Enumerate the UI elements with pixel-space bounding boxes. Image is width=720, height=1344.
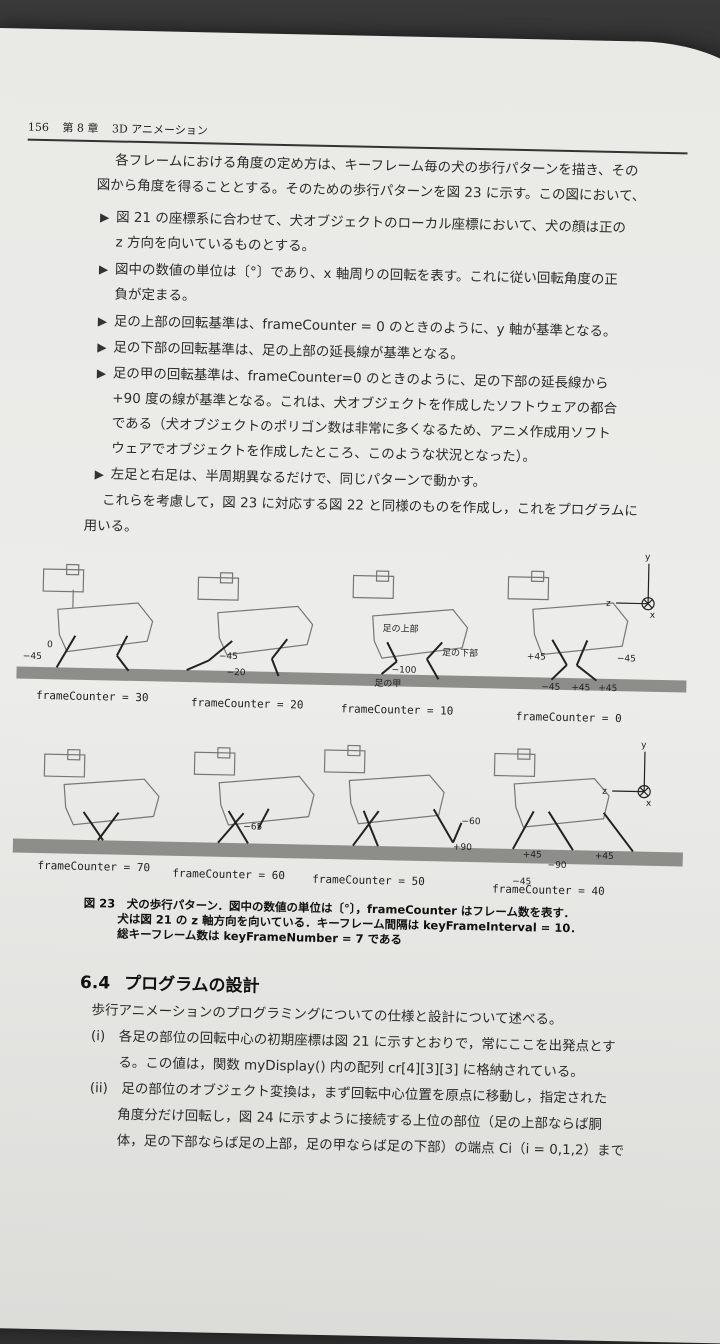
intro-line-1: 各フレームにおける角度の定め方は、キーフレーム毎の犬の歩行パターンを描き、その xyxy=(115,152,638,179)
bullet-2-line-1: 図中の数値の単位は〔°〕であり、x 軸周りの回転を表す。これに従い回転角度の正 xyxy=(115,261,618,288)
frame-label-20: frameCounter = 20 xyxy=(191,696,304,711)
angle-label: +45 xyxy=(527,652,546,662)
angle-label: 0 xyxy=(47,640,53,650)
bullet-5-line-4: ウェアでオブジェクトを作成したところ、このような状況となった）。 xyxy=(111,440,536,465)
section-body-line-6: 体，足の下部ならば足の上部，足の甲ならば足の下部）の端点 Ci（i = 0,1,… xyxy=(117,1133,625,1160)
section-body-line-4: (ii) 足の部位のオブジェクト変換は，まず回転中心位置を原点に移動し，指定され… xyxy=(90,1080,608,1107)
frame-label-40: frameCounter = 40 xyxy=(492,882,605,897)
angle-label: −45 xyxy=(219,652,238,662)
chapter-number: 第 8 章 xyxy=(62,121,98,135)
bullet-1-line-2: z 方向を向いているものとする。 xyxy=(115,234,315,254)
after-bullets-line-2: 用いる。 xyxy=(83,518,137,535)
bullet-icon: ▶ xyxy=(97,340,107,354)
axis-symbol-bottom xyxy=(612,751,651,798)
bullet-icon: ▶ xyxy=(95,467,105,481)
frame-label-70: frameCounter = 70 xyxy=(37,859,150,874)
section-body-line-5: 角度分だけ回転し，図 24 に示すように接続する上位の部位（足の上部ならば胴 xyxy=(117,1107,602,1133)
bullet-4-line-1: 足の下部の回転基準は、足の上部の延長線が基準となる。 xyxy=(113,339,464,363)
axis-z-label: z xyxy=(602,787,607,797)
dog-pose-fc40 xyxy=(493,749,635,852)
angle-label: −45 xyxy=(617,654,636,664)
bullet-icon: ▶ xyxy=(98,314,108,328)
bullet-5-line-3: である（犬オブジェクトのポリゴン数は非常に多くなるため、アニメ作成用ソフト xyxy=(112,415,611,442)
bullet-1-line-1: 図 21 の座標系に合わせて、犬オブジェクトのローカル座標において、犬の顔は正の xyxy=(116,209,626,236)
angle-label: −45 xyxy=(23,652,42,662)
angle-label: −65 xyxy=(243,822,262,832)
axis-symbol-top xyxy=(616,563,655,610)
bullet-5-line-1: 足の甲の回転基準は、frameCounter=0 のときのように、足の下部の延長… xyxy=(113,365,609,392)
frame-label-0: frameCounter = 0 xyxy=(516,710,622,725)
angle-label: +45 xyxy=(595,852,614,862)
book-page: 156 第 8 章 3D アニメーション 各フレームにおける角度の定め方は、キー… xyxy=(0,28,720,1344)
walking-pattern-diagram: y z x y z x 足の上部 足の下部 足の甲 −45 0 −45 −20 … xyxy=(0,538,709,913)
section-title: プログラムの設計 xyxy=(124,974,260,997)
section-body-line-3: る。この値は，関数 myDisplay() 内の配列 cr[4][3][3] に… xyxy=(118,1055,584,1081)
axis-y-label: y xyxy=(641,741,647,751)
angle-label: +45 xyxy=(571,683,590,693)
frame-label-30: frameCounter = 30 xyxy=(36,689,149,704)
axis-z-label: z xyxy=(606,599,611,609)
chapter-title: 3D アニメーション xyxy=(112,122,208,137)
section-body-line-2: (i) 各足の部位の回転中心の初期座標は図 21 に示すとおりで，常にここを出発… xyxy=(91,1028,616,1055)
section-number: 6.4 xyxy=(80,973,111,994)
after-bullets-line-1: これらを考慮して，図 23 に対応する図 22 と同様のものを作成し，これをプロ… xyxy=(102,492,638,519)
axis-x-label: x xyxy=(646,799,652,809)
angle-label: −45 xyxy=(541,682,560,692)
dog-pose-fc70 xyxy=(43,749,160,841)
axis-y-label: y xyxy=(645,553,651,563)
dog-pose-fc30 xyxy=(42,564,154,671)
angle-label: +90 xyxy=(453,843,472,853)
bullet-icon: ▶ xyxy=(99,262,109,276)
frame-label-50: frameCounter = 50 xyxy=(312,873,425,888)
intro-line-2: 図から角度を得ることとする。そのための歩行パターンを図 23 に示す。この図にお… xyxy=(97,177,646,205)
section-body-line-1: 歩行アニメーションのプログラミングについての仕様と設計について述べる。 xyxy=(91,1002,562,1028)
angle-label: +45 xyxy=(523,850,542,860)
dog-pose-fc20 xyxy=(187,572,314,677)
label-lower-leg: 足の下部 xyxy=(442,646,478,659)
angle-label: +45 xyxy=(598,684,617,694)
label-upper-leg: 足の上部 xyxy=(382,622,418,635)
angle-label: −90 xyxy=(547,861,566,871)
bullet-icon: ▶ xyxy=(100,210,110,224)
bullet-icon: ▶ xyxy=(97,366,107,380)
running-header: 156 第 8 章 3D アニメーション xyxy=(28,119,218,139)
angle-label: −100 xyxy=(392,665,417,676)
bullet-6-line-1: 左足と右足は、半周期異なるだけで、同じパターンで動かす。 xyxy=(111,466,487,490)
angle-label: −60 xyxy=(461,817,480,827)
bullet-5-line-2: +90 度の線が基準となる。これは、犬オブジェクトを作成したソフトウェアの都合 xyxy=(112,390,617,417)
label-instep: 足の甲 xyxy=(374,678,401,690)
section-heading: 6.4 プログラムの設計 xyxy=(80,968,260,997)
frame-label-60: frameCounter = 60 xyxy=(172,867,285,882)
axis-x-label: x xyxy=(650,611,656,621)
figure-23: y z x y z x 足の上部 足の下部 足の甲 −45 0 −45 −20 … xyxy=(0,28,720,44)
bullet-2-line-2: 負が定まる。 xyxy=(114,286,195,304)
angle-label: −20 xyxy=(226,668,245,678)
dog-pose-fc50 xyxy=(323,745,463,848)
dog-pose-fc0 xyxy=(506,571,628,681)
bullet-3-line-1: 足の上部の回転基準は、frameCounter = 0 のときのように、y 軸が… xyxy=(114,313,617,340)
page-number: 156 xyxy=(28,121,49,134)
frame-label-10: frameCounter = 10 xyxy=(341,702,454,717)
